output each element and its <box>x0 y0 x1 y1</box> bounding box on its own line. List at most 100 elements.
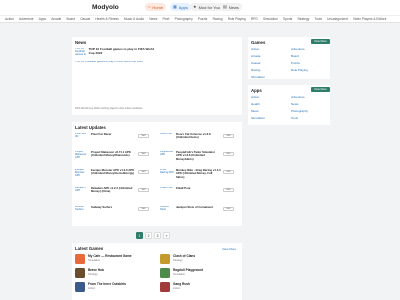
update-title[interactable]: Jackpot Slots of Coinabsurt <box>176 205 221 218</box>
update-thumb[interactable]: 8 Ball Pool <box>160 187 174 197</box>
update-thumb[interactable]: Doors Cat <box>160 133 174 143</box>
update-thumb[interactable]: Project Makeover APK <box>75 151 89 161</box>
games-box-item[interactable]: Casual <box>251 61 287 65</box>
games-box-item[interactable]: Racing <box>251 68 287 72</box>
game-item[interactable]: Brave Hub Strategy <box>75 268 104 278</box>
update-title[interactable]: Doors Cat Universe v1.3.8 (Unlimited Ite… <box>176 132 221 145</box>
game-icon[interactable] <box>160 268 170 278</box>
news-item[interactable]: TOP 10 Unlocked games to play in FIFA Wo… <box>75 61 195 65</box>
update-item[interactable]: Drive Racing APK Monkey Bike - Drag Raci… <box>160 168 234 181</box>
page-button[interactable]: 2 <box>145 232 152 239</box>
update-get-button[interactable]: Get <box>223 188 234 192</box>
category-link[interactable]: Apps <box>39 17 46 21</box>
category-link[interactable]: RPG <box>251 17 258 21</box>
update-get-button[interactable]: Get <box>138 188 149 192</box>
update-get-button[interactable]: Get <box>223 134 234 138</box>
update-get-button[interactable]: Get <box>223 207 234 211</box>
apps-box-item[interactable]: Adventure <box>291 95 327 99</box>
category-link[interactable]: Strategy <box>297 17 309 21</box>
category-link[interactable]: Adventure <box>19 17 34 21</box>
category-link[interactable]: Role Playing <box>228 17 246 21</box>
page-button[interactable]: 3 <box>154 232 161 239</box>
category-link[interactable]: Puzzle <box>198 17 208 21</box>
news-headline[interactable]: TOP 10 Football games to play in FIFA Wo… <box>89 47 155 56</box>
category-link[interactable]: Racing <box>213 17 223 21</box>
game-item[interactable]: From The Inner Outskirts Action <box>75 282 126 292</box>
category-link[interactable]: Board <box>67 17 76 21</box>
update-item[interactable]: Zombie Surfers Subway Surfers Get <box>75 205 149 218</box>
update-title[interactable]: PeopleFolk's Tailor Simulator APK v1.6.8… <box>176 150 221 163</box>
apps-box-item[interactable]: News <box>291 102 327 106</box>
game-icon[interactable] <box>75 254 85 264</box>
category-link[interactable]: Photography <box>175 17 193 21</box>
category-link[interactable]: Video Players & Editors <box>353 17 386 21</box>
game-icon[interactable] <box>160 254 170 264</box>
game-item[interactable]: My Cafe — Restaurant Game Simulation <box>75 254 132 264</box>
update-title[interactable]: Monkey Bike - Drag Racing v1.4.3 APK (Un… <box>176 168 221 181</box>
category-link[interactable]: Tools <box>315 17 322 21</box>
update-thumb[interactable]: Drive Racing APK <box>160 169 174 179</box>
site-logo[interactable]: Modyolo <box>92 4 119 11</box>
category-link[interactable]: Arcade <box>51 17 61 21</box>
game-name[interactable]: My Cafe — Restaurant Game <box>88 254 132 258</box>
page-button[interactable]: 1 <box>136 232 143 239</box>
update-get-button[interactable]: Get <box>138 134 149 138</box>
update-get-button[interactable]: Get <box>223 152 234 156</box>
news-thumb-link[interactable]: TOP 10 Football games to play in FIFA Wo… <box>75 48 87 55</box>
update-thumb[interactable]: PeopleFolk APK <box>160 151 174 161</box>
apps-box-item[interactable]: Photography <box>291 109 327 113</box>
update-item[interactable]: Escape Monster APK Escape Monster APK v1… <box>75 168 149 181</box>
games-box-item[interactable]: Adventure <box>291 47 327 51</box>
update-item[interactable]: Project Makeover APK Project Makeover v2… <box>75 150 149 163</box>
update-title[interactable]: Escape Monster APK v1.0.0 APK (Unlimited… <box>91 168 136 181</box>
update-title[interactable]: 8 Ball Pool <box>176 186 221 199</box>
game-icon[interactable] <box>75 282 85 292</box>
game-icon[interactable] <box>160 282 170 292</box>
update-item[interactable]: Pixel Gun 3D Pixel Car Racer Get <box>75 132 149 145</box>
next-page-button[interactable]: » <box>163 232 170 239</box>
category-link[interactable]: Pixel <box>162 17 169 21</box>
game-item[interactable]: Gang Rush Action <box>160 282 190 292</box>
update-title[interactable]: Subway Surfers <box>91 205 136 218</box>
game-name[interactable]: From The Inner Outskirts <box>88 282 126 286</box>
latest-games-view-more[interactable]: View More <box>222 247 236 251</box>
update-title[interactable]: Pixel Car Racer <box>91 132 136 145</box>
apps-box-item[interactable]: Action <box>251 95 287 99</box>
apps-box-item[interactable]: Music <box>251 109 287 113</box>
game-icon[interactable] <box>75 268 85 278</box>
update-item[interactable]: Rebalum APK Rebalum APK v1.2.3 (Unlimite… <box>75 186 149 199</box>
category-link[interactable]: Action <box>5 17 14 21</box>
category-link[interactable]: News <box>149 17 157 21</box>
category-link[interactable]: Sports <box>283 17 292 21</box>
update-get-button[interactable]: Get <box>138 207 149 211</box>
category-link[interactable]: Simulation <box>263 17 278 21</box>
update-title[interactable]: Rebalum APK v1.2.3 (Unlimited Money) (Ci… <box>91 186 136 199</box>
update-thumb[interactable]: Jackpot Slots <box>160 206 174 216</box>
apps-box-item[interactable]: Simulation <box>251 116 287 120</box>
game-item[interactable]: Clash of Clans Strategy <box>160 254 195 264</box>
update-item[interactable]: 8 Ball Pool 8 Ball Pool Get <box>160 186 234 199</box>
nav-mod-for-you[interactable]: ★ Mod for You <box>190 3 223 11</box>
nav-news[interactable]: ▤ News <box>220 3 242 11</box>
update-thumb[interactable]: Escape Monster APK <box>75 169 89 179</box>
games-box-item[interactable]: Board <box>291 54 327 58</box>
apps-box-item[interactable]: Tools <box>291 116 327 120</box>
nav-apps[interactable]: ▦ Apps <box>170 3 191 11</box>
category-link[interactable]: Uncategorized <box>327 17 348 21</box>
update-get-button[interactable]: Get <box>138 152 149 156</box>
category-link[interactable]: Health & Fitness <box>95 17 118 21</box>
apps-box-item[interactable]: Health <box>251 102 287 106</box>
games-view-more-button[interactable]: View More <box>311 39 330 44</box>
game-name[interactable]: Gang Rush <box>173 282 190 286</box>
apps-view-more-button[interactable]: View More <box>311 87 330 92</box>
games-box-item[interactable]: Role Playing <box>291 68 327 72</box>
update-thumb[interactable]: Rebalum APK <box>75 187 89 197</box>
update-thumb[interactable]: Pixel Gun 3D <box>75 133 89 143</box>
game-name[interactable]: Brave Hub <box>88 268 104 272</box>
games-box-item[interactable]: Puzzle <box>291 61 327 65</box>
category-link[interactable]: Casual <box>80 17 90 21</box>
update-item[interactable]: PeopleFolk APK PeopleFolk's Tailor Simul… <box>160 150 234 163</box>
game-name[interactable]: Clash of Clans <box>173 254 195 258</box>
game-item[interactable]: Ragdoll Playground Simulation <box>160 268 203 278</box>
category-link[interactable]: Music & Audio <box>124 17 144 21</box>
